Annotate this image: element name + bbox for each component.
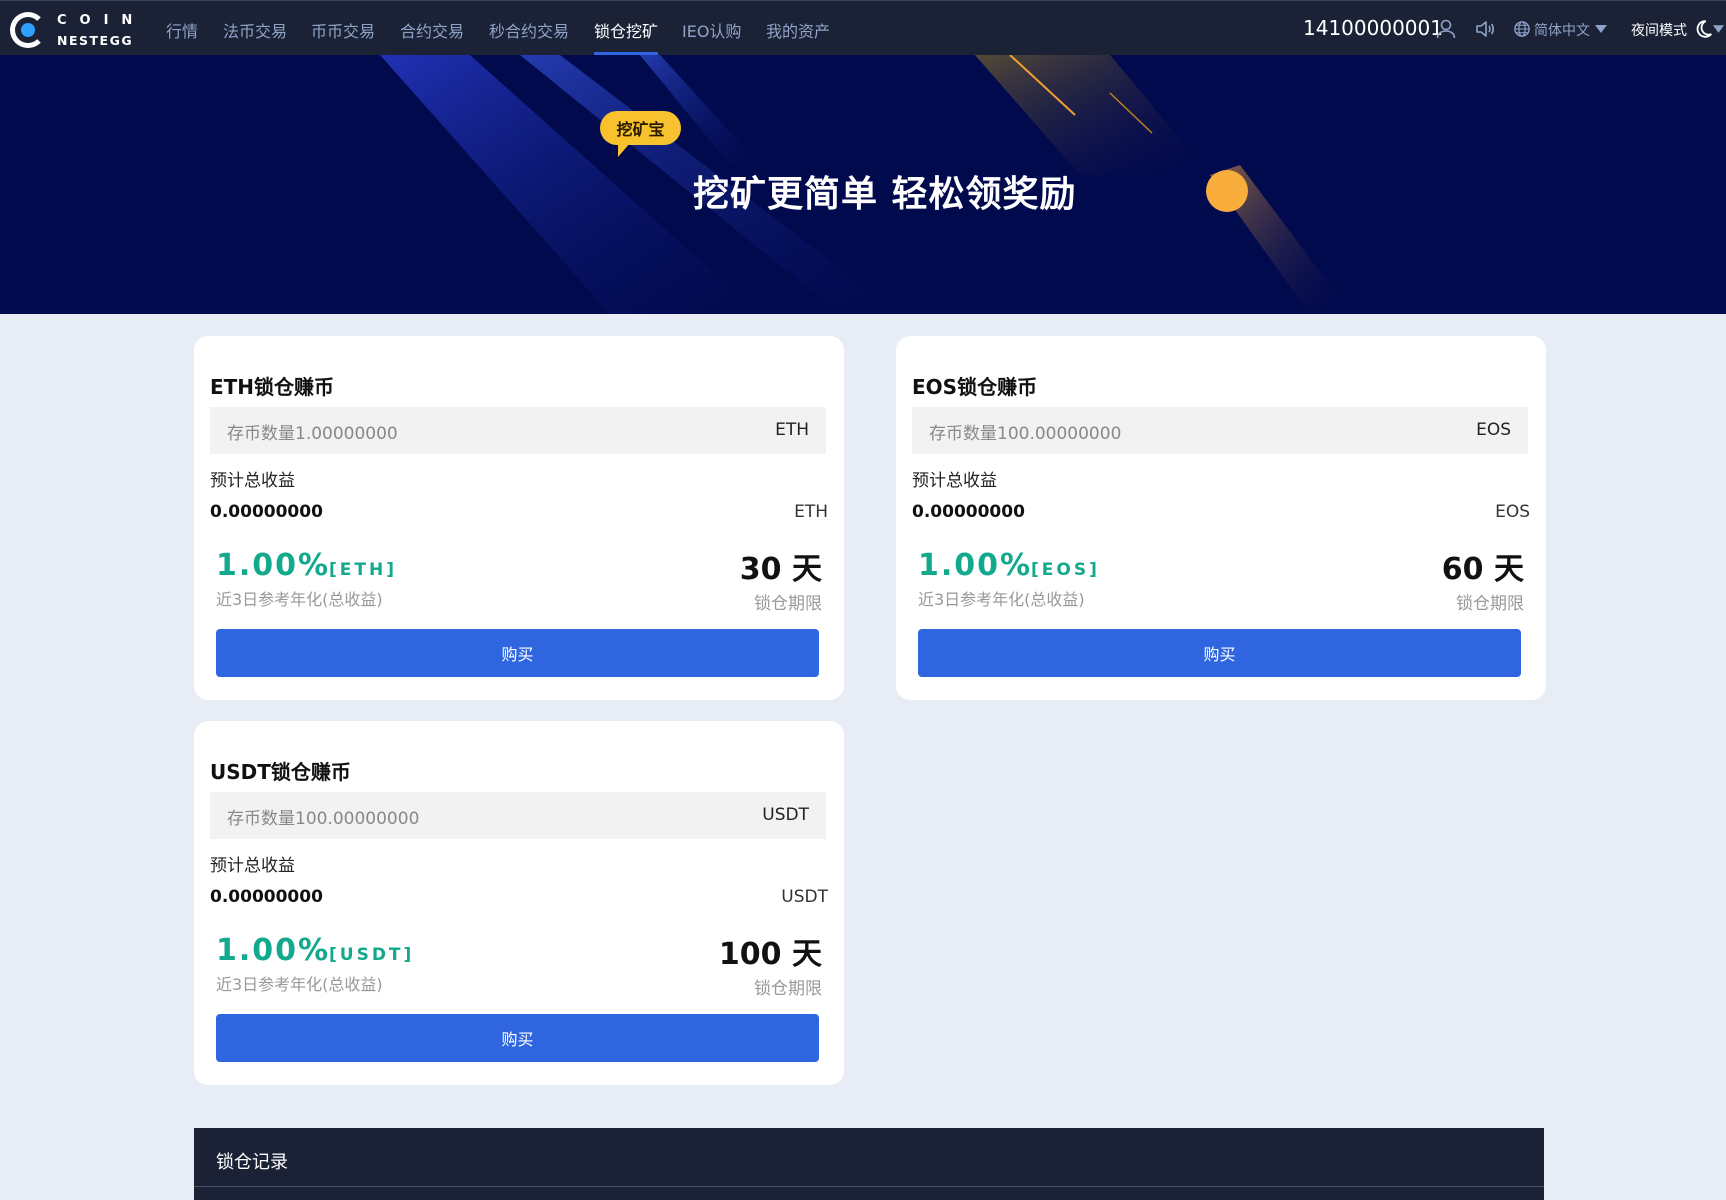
night-mode-label[interactable]: 夜间模式 xyxy=(1631,20,1687,40)
lock-term-label: 锁仓期限 xyxy=(754,594,822,614)
moon-icon[interactable] xyxy=(1692,18,1714,40)
estimate-unit: EOS xyxy=(1495,502,1530,522)
hero-banner: 挖矿宝 挖矿更简单 轻松领奖励 xyxy=(0,55,1726,314)
lock-records-title: 锁仓记录 xyxy=(216,1152,288,1173)
estimate-value: 0.00000000 xyxy=(210,502,323,522)
user-icon[interactable] xyxy=(1434,17,1458,41)
quantity-unit: USDT xyxy=(762,805,809,825)
menu-item-contract-trade[interactable]: 合约交易 xyxy=(400,18,464,42)
card-eos: EOS锁仓赚币 存币数量100.00000000 EOS 预计总收益 0.000… xyxy=(896,336,1546,700)
estimate-label: 预计总收益 xyxy=(210,471,295,491)
rate-description: 近3日参考年化(总收益) xyxy=(216,590,383,609)
divider xyxy=(194,1186,1544,1187)
lock-term: 30 天 xyxy=(739,552,822,587)
lock-term-label: 锁仓期限 xyxy=(754,979,822,999)
menu-item-market[interactable]: 行情 xyxy=(166,18,198,42)
rate-coin: [ETH] xyxy=(329,560,397,580)
rate-description: 近3日参考年化(总收益) xyxy=(216,975,383,994)
buy-button[interactable]: 购买 xyxy=(918,629,1521,677)
logo-icon xyxy=(10,12,46,48)
quantity-placeholder: 存币数量100.00000000 xyxy=(227,809,420,829)
estimate-label: 预计总收益 xyxy=(912,471,997,491)
estimate-value: 0.00000000 xyxy=(210,887,323,907)
logo-text-bottom: NESTEGG xyxy=(57,33,134,48)
estimate-value: 0.00000000 xyxy=(912,502,1025,522)
banner-badge: 挖矿宝 xyxy=(600,111,681,157)
buy-button[interactable]: 购买 xyxy=(216,1014,819,1062)
card-title: USDT锁仓赚币 xyxy=(210,760,351,784)
quantity-input[interactable]: 存币数量100.00000000 EOS xyxy=(912,407,1528,454)
card-eth: ETH锁仓赚币 存币数量1.00000000 ETH 预计总收益 0.00000… xyxy=(194,336,844,700)
lock-term-label: 锁仓期限 xyxy=(1456,594,1524,614)
estimate-unit: USDT xyxy=(781,887,828,907)
menu-item-lock-mining[interactable]: 锁仓挖矿 xyxy=(594,18,658,42)
rate-description: 近3日参考年化(总收益) xyxy=(918,590,1085,609)
quantity-placeholder: 存币数量100.00000000 xyxy=(929,424,1122,444)
lock-records-panel: 锁仓记录 xyxy=(194,1128,1544,1200)
lock-term: 60 天 xyxy=(1441,552,1524,587)
annual-rate: 1.00% xyxy=(918,548,1033,583)
menu-item-second-contract[interactable]: 秒合约交易 xyxy=(489,18,569,42)
annual-rate: 1.00% xyxy=(216,933,331,968)
banner-title: 挖矿更简单 轻松领奖励 xyxy=(693,174,1077,215)
menu-item-my-assets[interactable]: 我的资产 xyxy=(766,18,830,42)
banner-sun-decoration xyxy=(1206,170,1248,212)
buy-button[interactable]: 购买 xyxy=(216,629,819,677)
logo[interactable]: COIN NESTEGG xyxy=(10,11,140,49)
quantity-input[interactable]: 存币数量100.00000000 USDT xyxy=(210,792,826,839)
night-caret-icon[interactable] xyxy=(1712,23,1725,35)
menu-item-ieo[interactable]: IEO认购 xyxy=(682,18,741,42)
quantity-unit: EOS xyxy=(1476,420,1511,440)
card-title: ETH锁仓赚币 xyxy=(210,375,335,399)
lock-term: 100 天 xyxy=(718,937,822,972)
user-phone[interactable]: 14100000001 xyxy=(1303,16,1443,40)
caret-down-icon[interactable] xyxy=(1594,23,1608,35)
menu-item-coin-trade[interactable]: 币币交易 xyxy=(311,18,375,42)
logo-text-top: COIN xyxy=(57,13,146,28)
card-usdt: USDT锁仓赚币 存币数量100.00000000 USDT 预计总收益 0.0… xyxy=(194,721,844,1085)
card-title: EOS锁仓赚币 xyxy=(912,375,1038,399)
quantity-unit: ETH xyxy=(775,420,809,440)
language-select[interactable]: 简体中文 xyxy=(1534,20,1590,40)
menu-item-fiat-trade[interactable]: 法币交易 xyxy=(223,18,287,42)
top-nav: COIN NESTEGG 行情 法币交易 币币交易 合约交易 秒合约交易 锁仓挖… xyxy=(0,0,1726,55)
rate-coin: [EOS] xyxy=(1031,560,1100,580)
globe-icon[interactable] xyxy=(1513,20,1531,38)
speaker-icon[interactable] xyxy=(1473,17,1497,41)
quantity-input[interactable]: 存币数量1.00000000 ETH xyxy=(210,407,826,454)
quantity-placeholder: 存币数量1.00000000 xyxy=(227,424,398,444)
rate-coin: [USDT] xyxy=(329,945,415,965)
estimate-label: 预计总收益 xyxy=(210,856,295,876)
estimate-unit: ETH xyxy=(794,502,828,522)
annual-rate: 1.00% xyxy=(216,548,331,583)
